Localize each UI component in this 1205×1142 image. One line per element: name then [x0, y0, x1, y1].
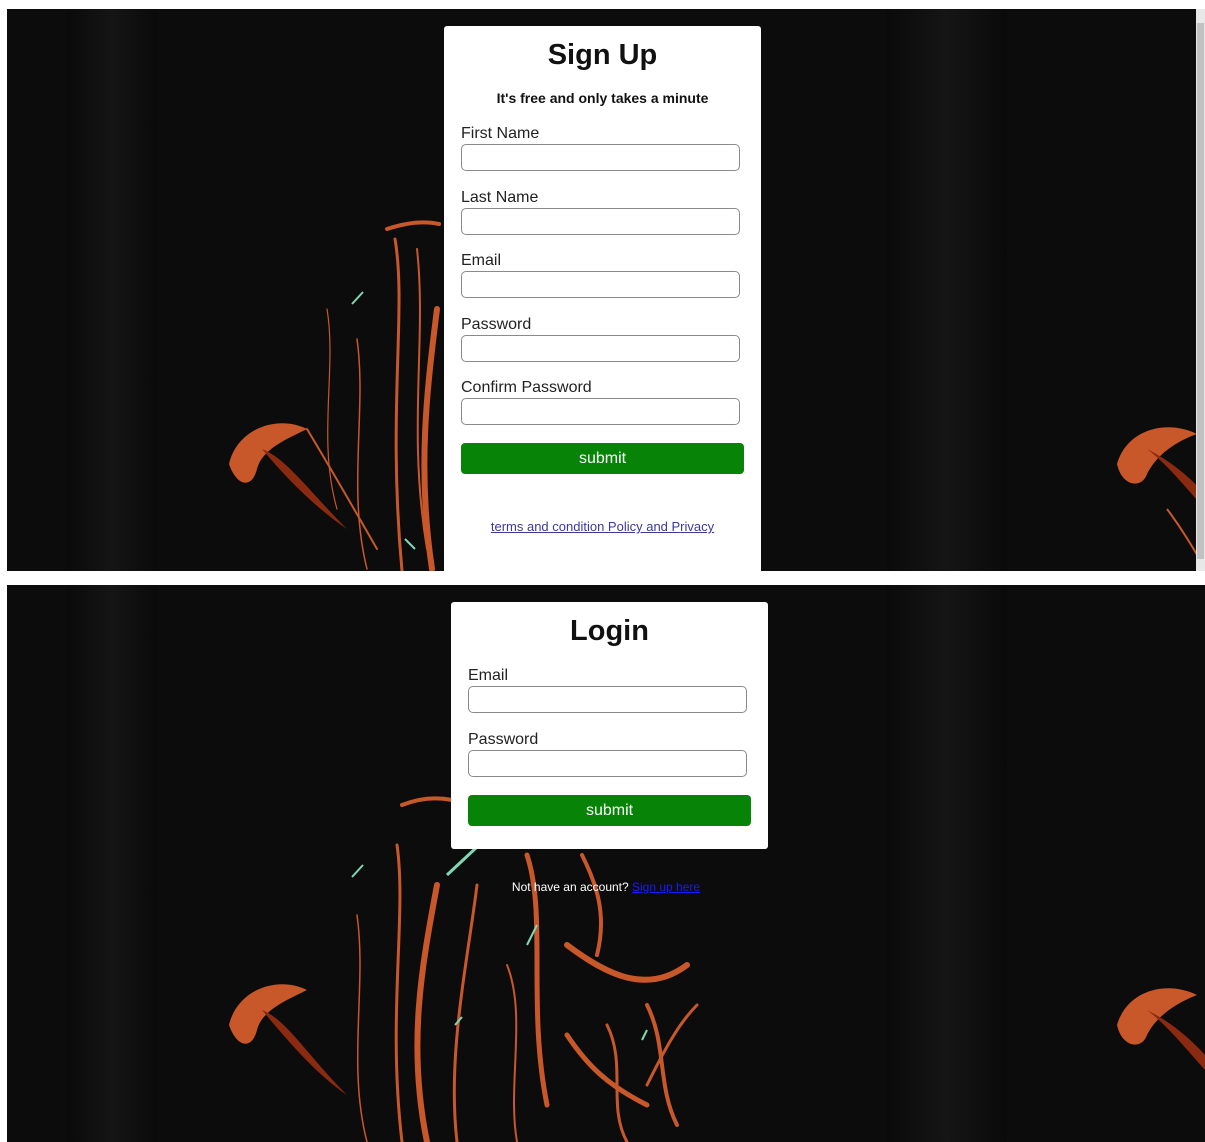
- confirm-password-input[interactable]: [461, 398, 740, 425]
- login-email-label: Email: [468, 667, 509, 684]
- email-label: Email: [461, 252, 502, 269]
- confirm-password-label: Confirm Password: [461, 379, 592, 396]
- login-email-input[interactable]: [468, 686, 747, 713]
- signup-submit-button[interactable]: submit: [461, 443, 744, 474]
- last-name-input[interactable]: [461, 208, 740, 235]
- terms-and-privacy-link[interactable]: terms and condition Policy and Privacy: [444, 519, 761, 534]
- signup-title: Sign Up: [547, 39, 658, 71]
- signup-card: Sign Up It's free and only takes a minut…: [444, 26, 761, 571]
- login-submit-button[interactable]: submit: [468, 795, 751, 826]
- login-page-panel: Login Email Password submit Not have an …: [7, 585, 1205, 1142]
- signup-page-panel: Sign Up It's free and only takes a minut…: [7, 9, 1205, 571]
- email-input[interactable]: [461, 271, 740, 298]
- password-label: Password: [461, 316, 532, 333]
- password-input[interactable]: [461, 335, 740, 362]
- login-password-label: Password: [468, 731, 539, 748]
- last-name-label: Last Name: [461, 189, 539, 206]
- signup-prompt-text: Not have an account?: [511, 880, 629, 894]
- scrollbar-thumb[interactable]: [1197, 23, 1204, 559]
- signup-prompt: Not have an account? Sign up here: [7, 880, 1205, 894]
- signup-subtitle: It's free and only takes a minute: [496, 90, 709, 106]
- first-name-label: First Name: [461, 125, 540, 142]
- login-title: Login: [570, 615, 649, 647]
- signup-here-link[interactable]: Sign up here: [632, 880, 700, 894]
- login-card: Login Email Password submit: [451, 602, 768, 849]
- login-password-input[interactable]: [468, 750, 747, 777]
- first-name-input[interactable]: [461, 144, 740, 171]
- scrollbar-track[interactable]: [1196, 9, 1205, 571]
